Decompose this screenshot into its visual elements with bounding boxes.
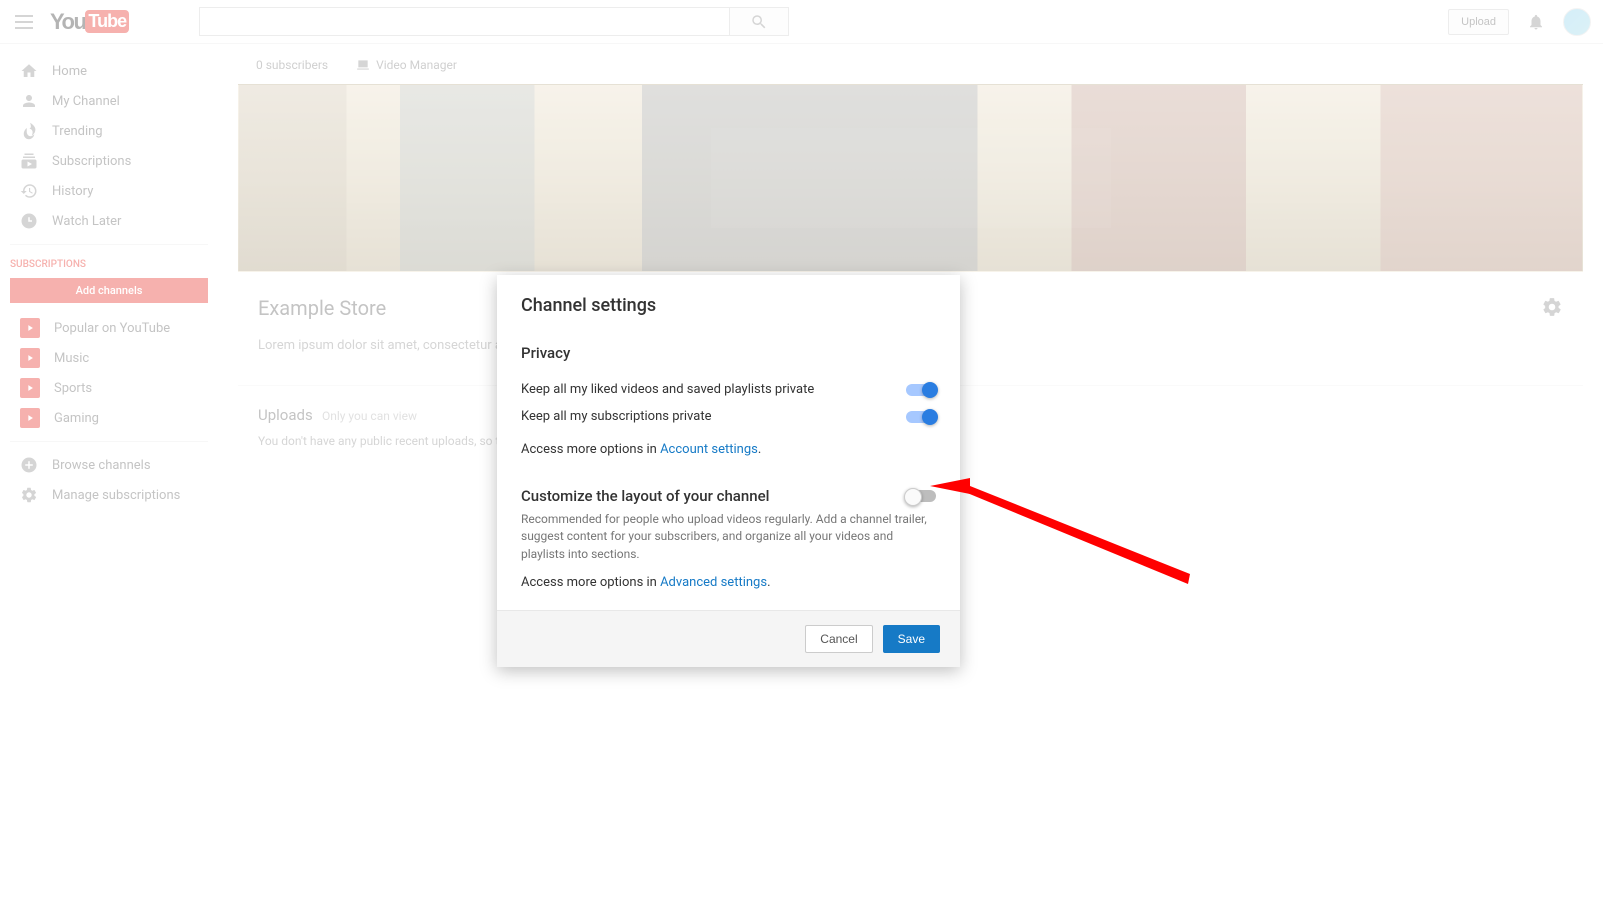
hamburger-menu-icon[interactable]: [12, 10, 36, 34]
sidebar-item-label: Home: [52, 64, 87, 79]
toggle-subs-private[interactable]: [906, 411, 936, 423]
sidebar-item-label: History: [52, 184, 93, 199]
header-right: Upload: [1448, 8, 1591, 36]
video-manager-label: Video Manager: [376, 58, 457, 72]
search-icon: [750, 13, 768, 31]
divider: [10, 441, 208, 442]
video-manager-link[interactable]: Video Manager: [356, 58, 457, 72]
privacy-heading: Privacy: [521, 344, 936, 362]
toggle-customize-layout[interactable]: [906, 490, 936, 502]
search-input[interactable]: [199, 7, 729, 36]
sidebar-item-my-channel[interactable]: My Channel: [0, 86, 218, 116]
sidebar-item-label: My Channel: [52, 94, 120, 109]
channel-settings-modal: Channel settings Privacy Keep all my lik…: [497, 275, 960, 667]
sidebar-item-label: Watch Later: [52, 214, 121, 229]
play-icon: [20, 408, 40, 428]
channel-description: Lorem ipsum dolor sit amet, consectetur …: [258, 338, 509, 353]
sidebar-item-label: Browse channels: [52, 458, 151, 473]
upload-button[interactable]: Upload: [1448, 9, 1509, 35]
sidebar-sub-popular[interactable]: Popular on YouTube: [0, 313, 218, 343]
sidebar-item-trending[interactable]: Trending: [0, 116, 218, 146]
toggle-liked-private[interactable]: [906, 384, 936, 396]
customize-layout-desc: Recommended for people who upload videos…: [521, 511, 936, 563]
save-button[interactable]: Save: [883, 625, 940, 653]
sidebar-item-watch-later[interactable]: Watch Later: [0, 206, 218, 236]
sidebar-sub-label: Popular on YouTube: [54, 321, 170, 336]
flame-icon: [20, 122, 38, 140]
sidebar-item-browse-channels[interactable]: Browse channels: [0, 450, 218, 480]
sidebar-sub-label: Sports: [54, 381, 92, 396]
channel-settings-gear-icon[interactable]: [1541, 296, 1563, 318]
subscriber-count[interactable]: 0 subscribers: [256, 58, 328, 72]
sidebar-item-label: Subscriptions: [52, 154, 131, 169]
sidebar-item-label: Trending: [52, 124, 103, 139]
logo[interactable]: YouTube: [50, 9, 129, 35]
video-icon: [356, 58, 370, 72]
sidebar-item-subscriptions[interactable]: Subscriptions: [0, 146, 218, 176]
modal-footer: Cancel Save: [497, 610, 960, 667]
sidebar-sub-sports[interactable]: Sports: [0, 373, 218, 403]
sidebar-item-home[interactable]: Home: [0, 56, 218, 86]
logo-text-tube: Tube: [85, 10, 129, 33]
plus-circle-icon: [20, 456, 38, 474]
search-button[interactable]: [729, 7, 789, 36]
setting-label: Keep all my liked videos and saved playl…: [521, 382, 906, 397]
play-icon: [20, 348, 40, 368]
home-icon: [20, 62, 38, 80]
subscriptions-icon: [20, 152, 38, 170]
uploads-visibility: Only you can view: [322, 409, 417, 423]
setting-liked-private: Keep all my liked videos and saved playl…: [521, 376, 936, 403]
channel-toolbar: 0 subscribers Video Manager: [238, 54, 1583, 84]
clock-icon: [20, 212, 38, 230]
sidebar-sub-label: Gaming: [54, 411, 99, 426]
sidebar-item-manage-subscriptions[interactable]: Manage subscriptions: [0, 480, 218, 510]
advanced-settings-link[interactable]: Advanced settings: [660, 575, 767, 590]
cancel-button[interactable]: Cancel: [805, 625, 872, 653]
channel-name: Example Store: [258, 296, 509, 320]
logo-text-you: You: [50, 9, 85, 35]
user-icon: [20, 92, 38, 110]
account-settings-help: Access more options in Account settings.: [521, 442, 936, 457]
search-bar: [199, 7, 789, 36]
sidebar-sub-label: Music: [54, 351, 89, 366]
gear-icon: [20, 486, 38, 504]
play-icon: [20, 378, 40, 398]
play-icon: [20, 318, 40, 338]
setting-label: Keep all my subscriptions private: [521, 409, 906, 424]
sidebar-item-label: Manage subscriptions: [52, 488, 180, 503]
header: YouTube Upload: [0, 0, 1603, 44]
avatar[interactable]: [1563, 8, 1591, 36]
sidebar-sub-gaming[interactable]: Gaming: [0, 403, 218, 433]
uploads-title: Uploads: [258, 406, 313, 424]
modal-title: Channel settings: [521, 295, 936, 316]
subscriptions-heading: SUBSCRIPTIONS: [0, 253, 218, 278]
notifications-icon[interactable]: [1527, 13, 1545, 31]
sidebar-item-history[interactable]: History: [0, 176, 218, 206]
channel-banner[interactable]: [238, 84, 1583, 272]
sidebar-sub-music[interactable]: Music: [0, 343, 218, 373]
divider: [10, 244, 208, 245]
account-settings-link[interactable]: Account settings: [660, 442, 758, 457]
setting-subs-private: Keep all my subscriptions private: [521, 403, 936, 430]
sidebar: Home My Channel Trending Subscriptions H…: [0, 44, 218, 522]
advanced-settings-help: Access more options in Advanced settings…: [521, 575, 936, 590]
customize-layout-heading: Customize the layout of your channel: [521, 487, 769, 505]
history-icon: [20, 182, 38, 200]
add-channels-button[interactable]: Add channels: [10, 278, 208, 303]
